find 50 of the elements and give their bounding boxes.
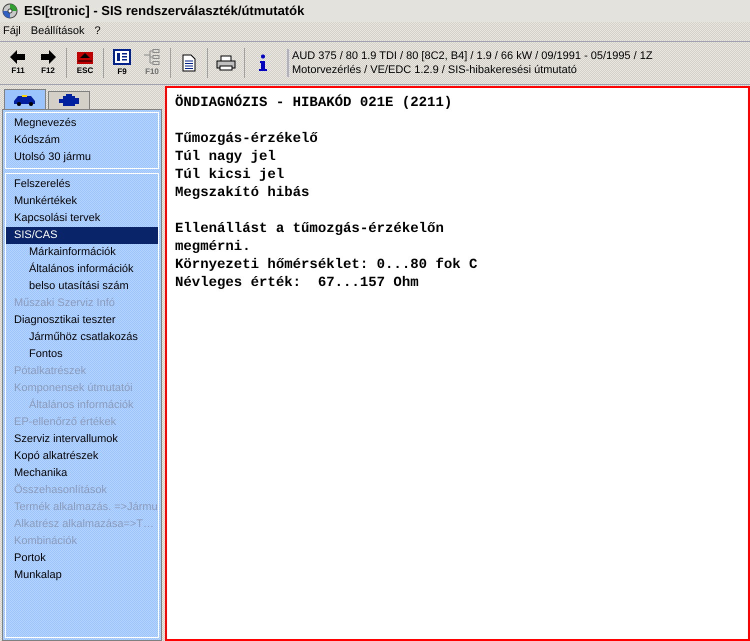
toolbar-button[interactable]: F12 [34,45,62,81]
document-text: Túl nagy jel [175,148,277,166]
sidebar-item[interactable]: Szerviz intervallumok [6,431,158,448]
sidebar-item[interactable]: Megnevezés [6,115,158,132]
document-icon [182,54,196,72]
document-text: Tűmozgás-érzékelő [175,130,319,148]
document-text: megmérni. [175,238,252,256]
car-icon [13,94,37,106]
tab[interactable] [48,91,90,109]
sidebar-item[interactable]: Általános információk [6,261,158,278]
menu-item[interactable]: Beállítások [30,22,85,40]
sidebar-item[interactable]: Felszerelés [6,176,158,193]
printer-icon [216,55,236,71]
sidebar-item[interactable]: SIS/CAS [6,227,158,244]
sidebar-item[interactable]: Kapcsolási tervek [6,210,158,227]
list-icon [113,48,131,64]
sidebar-item[interactable]: Munkértékek [6,193,158,210]
tree-icon [143,48,161,64]
disc-icon [2,3,18,19]
sidebar-item[interactable]: Márkainformációk [6,244,158,261]
sidebar-item[interactable]: Mechanika [6,465,158,482]
sidebar-item[interactable]: belso utasítási szám [6,278,158,295]
menu-item[interactable]: ? [94,22,101,40]
left-arrow-icon [10,50,26,64]
sidebar-item[interactable]: Diagnosztikai teszter [6,312,158,329]
window-title: ESI[tronic] - SIS rendszerválaszték/útmutatók [24,2,304,20]
document-text: Megszakító hibás [175,184,310,202]
document-text: Névleges érték: 67...157 Ohm [175,274,420,292]
document-title: ÖNDIAGNÓZIS - HIBAKÓD 021E (2211) [175,94,454,112]
engine-icon [58,94,80,108]
vehicle-info-text: AUD 375 / 80 1.9 TDI / 80 [8C2, B4] / 1.9 / 66 kW / 09/1991 - 05/1995 / 1Z [292,49,653,63]
exit-icon [76,50,94,64]
toolbar-button[interactable]: F9 [108,45,136,81]
vehicle-info-text: Motorvezérlés / VE/EDC 1.2.9 / SIS-hibakeresési útmutató [292,63,578,77]
sidebar-item[interactable]: Utolsó 30 jármu [6,149,158,166]
info-icon [258,54,268,72]
document-text: Környezeti hőmérséklet: 0...80 fok C [175,256,478,274]
sidebar-item[interactable]: Kódszám [6,132,158,149]
toolbar-button[interactable]: F11 [4,45,32,81]
sidebar-item[interactable]: Portok [6,550,158,567]
document-text: Ellenállást a tűmozgás-érzékelőn [175,220,445,238]
sidebar-item[interactable]: Járműhöz csatlakozás [6,329,158,346]
sidebar-item[interactable]: Fontos [6,346,158,363]
sidebar-item[interactable]: Kopó alkatrészek [6,448,158,465]
menu-item[interactable]: Fájl [3,22,21,40]
right-arrow-icon [40,50,56,64]
tab[interactable] [4,89,46,109]
document-text: Túl kicsi jel [175,166,286,184]
toolbar-button[interactable]: ESC [71,45,99,81]
sidebar-item[interactable]: Munkalap [6,567,158,584]
